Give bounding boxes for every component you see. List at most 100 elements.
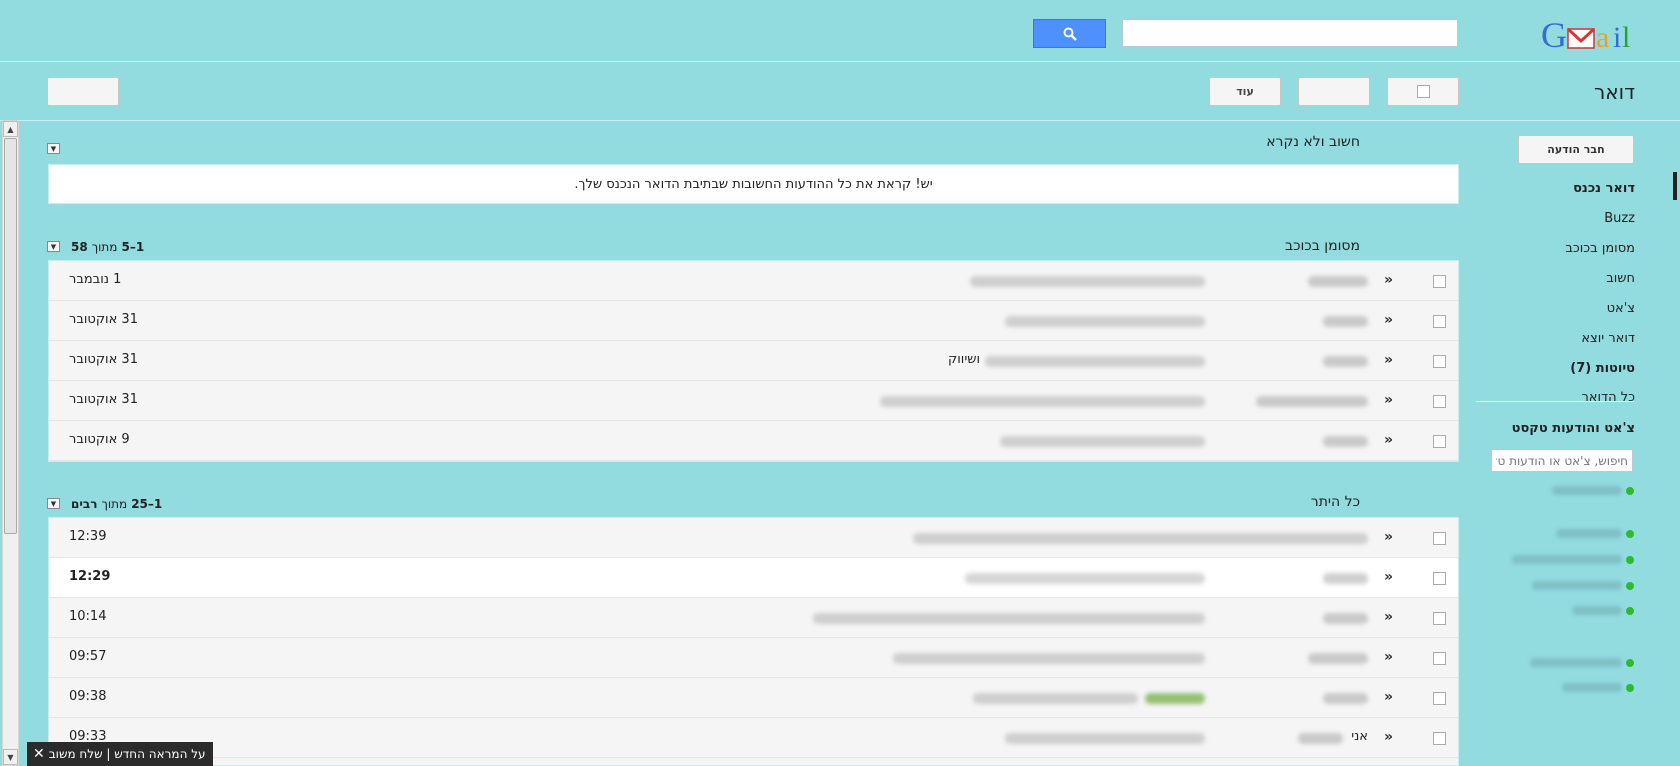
everything-range: 1–25	[131, 497, 163, 511]
table-row[interactable]: » אני 09:33	[49, 718, 1458, 758]
nav-item-buzz[interactable]: Buzz	[1604, 211, 1635, 226]
feedback-bar[interactable]: ✕ על המראה החדש | שלח משוב	[27, 742, 213, 766]
table-row[interactable]: » 09:57	[49, 638, 1458, 678]
refresh-button[interactable]	[1298, 77, 1370, 106]
table-row[interactable]: » 09:38	[49, 678, 1458, 718]
importance-marker-icon[interactable]: »	[1384, 352, 1393, 368]
chat-contact[interactable]	[1480, 553, 1634, 567]
table-row[interactable]: » 12:29	[49, 558, 1458, 598]
importance-marker-icon[interactable]: »	[1384, 272, 1393, 288]
row-checkbox[interactable]	[1433, 315, 1446, 328]
starred-section-menu-icon[interactable]: ▼	[47, 241, 60, 252]
table-row[interactable]: » 9 אוקטובר	[49, 421, 1458, 461]
importance-marker-icon[interactable]: »	[1384, 392, 1393, 408]
table-row[interactable]: » 10:14	[49, 598, 1458, 638]
scroll-up-arrow-icon[interactable]: ▲	[3, 121, 18, 137]
row-checkbox[interactable]	[1433, 572, 1446, 585]
subject-snippet	[880, 396, 1205, 407]
importance-marker-icon[interactable]: »	[1384, 689, 1393, 705]
importance-marker-icon[interactable]: »	[1384, 312, 1393, 328]
svg-text:i: i	[1613, 21, 1621, 52]
row-checkbox[interactable]	[1433, 395, 1446, 408]
chat-contact[interactable]	[1480, 604, 1634, 618]
nav-divider	[1476, 401, 1634, 402]
online-status-icon	[1626, 556, 1634, 564]
starred-of-label: מתוך	[91, 240, 118, 254]
everything-section-title: כל היתר	[1310, 494, 1360, 510]
row-date: 31 אוקטובר	[69, 352, 138, 367]
settings-button[interactable]	[47, 77, 119, 106]
importance-marker-icon[interactable]: »	[1384, 649, 1393, 665]
chat-contact[interactable]	[1480, 484, 1634, 498]
select-all-button[interactable]	[1387, 77, 1459, 106]
table-row[interactable]: » 12:39	[49, 518, 1458, 558]
subject-snippet	[893, 653, 1205, 664]
importance-marker-icon[interactable]: »	[1384, 529, 1393, 545]
more-button[interactable]: עוד	[1209, 77, 1281, 106]
row-checkbox[interactable]	[1433, 652, 1446, 665]
online-status-icon	[1626, 487, 1634, 495]
search-button[interactable]	[1033, 19, 1106, 48]
search-input[interactable]	[1122, 19, 1458, 47]
important-empty-notice: יש! קראת את כל ההודעות החשובות שבתיבת הד…	[48, 164, 1459, 204]
starred-section-title: מסומן בכוכב	[1285, 238, 1360, 254]
toolbar: דואר עוד	[0, 63, 1680, 121]
subject-snippet	[1000, 436, 1205, 447]
nav-item-drafts[interactable]: טיוטות (7)	[1570, 361, 1635, 376]
table-row[interactable]: » ושיווק 31 אוקטובר	[49, 341, 1458, 381]
label-tag	[1145, 693, 1205, 704]
sender-name	[1308, 653, 1368, 664]
svg-text:G: G	[1541, 16, 1567, 52]
feedback-label[interactable]: על המראה החדש | שלח משוב	[49, 747, 206, 761]
scroll-thumb[interactable]	[4, 138, 17, 534]
sender-name-blurred	[1298, 733, 1343, 744]
importance-marker-icon[interactable]: »	[1384, 432, 1393, 448]
chat-contact[interactable]	[1480, 579, 1634, 593]
table-row[interactable]: » 31 אוקטובר	[49, 381, 1458, 421]
nav-item-inbox[interactable]: דואר נכנס	[1573, 181, 1635, 196]
row-checkbox[interactable]	[1433, 692, 1446, 705]
scrollbar[interactable]: ▲ ▼	[2, 120, 19, 766]
everything-of-label: מתוך	[101, 497, 128, 511]
chat-contact[interactable]	[1480, 527, 1634, 541]
chat-contact[interactable]	[1480, 656, 1634, 670]
gmail-logo[interactable]: G a i l	[1541, 16, 1635, 52]
subject-snippet	[970, 276, 1205, 287]
online-status-icon	[1626, 684, 1634, 692]
chat-contact[interactable]	[1480, 681, 1634, 695]
subject-snippet	[1005, 316, 1205, 327]
subject-snippet	[973, 693, 1138, 704]
chat-search-input[interactable]	[1491, 449, 1633, 472]
starred-total: 58	[71, 240, 88, 254]
row-checkbox[interactable]	[1433, 612, 1446, 625]
close-icon[interactable]: ✕	[33, 746, 45, 762]
table-row[interactable]: » 1 נובמבר	[49, 261, 1458, 301]
nav-item-all-mail[interactable]: כל הדואר	[1581, 390, 1635, 405]
everything-section-menu-icon[interactable]: ▼	[47, 498, 60, 509]
importance-marker-icon[interactable]: »	[1384, 609, 1393, 625]
row-checkbox[interactable]	[1433, 435, 1446, 448]
starred-count: 1–5 מתוך 58	[71, 240, 144, 254]
table-row[interactable]: » 31 אוקטובר	[49, 301, 1458, 341]
important-section-menu-icon[interactable]: ▼	[47, 143, 60, 154]
subject-snippet	[913, 533, 1368, 544]
nav-item-starred[interactable]: מסומן בכוכב	[1565, 241, 1635, 256]
row-checkbox[interactable]	[1433, 275, 1446, 288]
row-checkbox[interactable]	[1433, 355, 1446, 368]
subject-snippet	[985, 356, 1205, 367]
row-date: 9 אוקטובר	[69, 432, 130, 447]
nav-item-chats[interactable]: צ'אט	[1607, 301, 1635, 316]
row-date: 09:38	[69, 689, 107, 704]
row-date: 12:39	[69, 529, 107, 544]
compose-button[interactable]: חבר הודעה	[1518, 135, 1634, 164]
sender-name	[1308, 276, 1368, 287]
importance-marker-icon[interactable]: »	[1384, 729, 1393, 745]
row-checkbox[interactable]	[1433, 532, 1446, 545]
sender-name	[1323, 356, 1368, 367]
sender-name	[1323, 436, 1368, 447]
nav-item-important[interactable]: חשוב	[1606, 271, 1635, 286]
importance-marker-icon[interactable]: »	[1384, 569, 1393, 585]
row-checkbox[interactable]	[1433, 732, 1446, 745]
scroll-down-arrow-icon[interactable]: ▼	[3, 749, 18, 765]
nav-item-sent[interactable]: דואר יוצא	[1581, 331, 1635, 346]
